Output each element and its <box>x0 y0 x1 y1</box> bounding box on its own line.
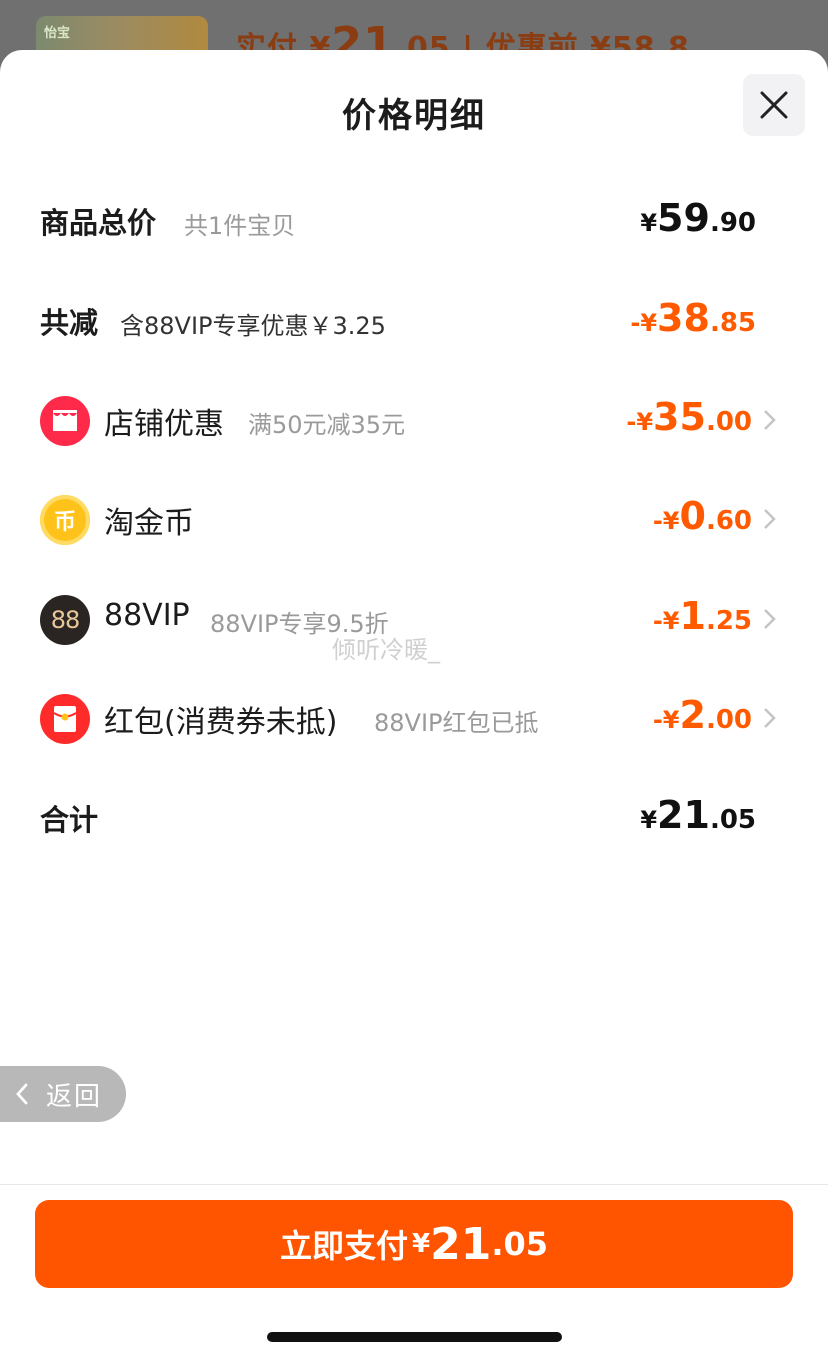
pay-amount-int: 21 <box>430 1218 492 1270</box>
row-amount: -¥2.00 <box>652 693 752 737</box>
red-packet-icon <box>40 694 90 744</box>
pay-currency: ¥ <box>412 1229 431 1259</box>
chevron-right-icon <box>764 410 776 430</box>
row-amount: -¥0.60 <box>652 494 752 538</box>
pay-label: 立即支付 <box>279 1227 408 1265</box>
home-indicator <box>267 1332 562 1342</box>
row-sub: 共1件宝贝 <box>184 212 296 240</box>
price-detail-sheet: 价格明细 商品总价 共1件宝贝 ¥59.90 共减 含88VIP专享优惠￥3.2… <box>0 50 828 1360</box>
chevron-right-icon <box>764 509 776 529</box>
divider <box>0 1184 828 1185</box>
coin-icon: 币 <box>40 495 90 545</box>
back-button[interactable]: 返回 <box>0 1066 126 1122</box>
shop-icon <box>40 396 90 446</box>
row-sub: 含88VIP专享优惠￥3.25 <box>120 312 386 340</box>
row-label: 红包(消费券未抵) <box>104 705 338 740</box>
vip-icon: 88 <box>40 595 90 645</box>
close-button[interactable] <box>743 74 805 136</box>
row-taojinbi[interactable]: 币 淘金币 -¥0.60 <box>0 490 828 550</box>
row-label: 合计 <box>40 803 99 837</box>
chevron-right-icon <box>764 609 776 629</box>
pay-now-button[interactable]: 立即支付 ¥21.05 <box>35 1200 793 1288</box>
product-brand-tag: 怡宝 <box>44 26 71 41</box>
row-label: 商品总价 <box>40 206 157 240</box>
row-amount: ¥59.90 <box>640 196 756 240</box>
row-label: 淘金币 <box>104 506 194 541</box>
row-label: 共减 <box>40 306 99 340</box>
chevron-left-icon <box>16 1083 28 1105</box>
row-amount: ¥21.05 <box>640 793 756 837</box>
row-red-packet[interactable]: 红包(消费券未抵) 88VIP红包已抵 -¥2.00 <box>0 689 828 749</box>
row-sum: 合计 ¥21.05 <box>0 789 828 849</box>
row-sub: 满50元减35元 <box>248 411 406 439</box>
row-amount: -¥38.85 <box>630 296 756 340</box>
row-amount: -¥35.00 <box>626 395 752 439</box>
sheet-title: 价格明细 <box>342 96 486 136</box>
watermark: 倾听冷暖_ <box>332 636 440 664</box>
back-label: 返回 <box>46 1082 103 1112</box>
row-goods-total: 商品总价 共1件宝贝 ¥59.90 <box>0 192 828 252</box>
row-label: 店铺优惠 <box>104 407 224 442</box>
row-shop-discount[interactable]: 店铺优惠 满50元减35元 -¥35.00 <box>0 391 828 451</box>
close-icon <box>760 91 788 119</box>
row-total-reduction: 共减 含88VIP专享优惠￥3.25 -¥38.85 <box>0 292 828 352</box>
row-sub: 88VIP红包已抵 <box>374 709 539 737</box>
row-amount: -¥1.25 <box>652 594 752 638</box>
pay-amount-dec: .05 <box>491 1225 549 1263</box>
chevron-right-icon <box>764 708 776 728</box>
row-label: 88VIP <box>104 598 190 633</box>
